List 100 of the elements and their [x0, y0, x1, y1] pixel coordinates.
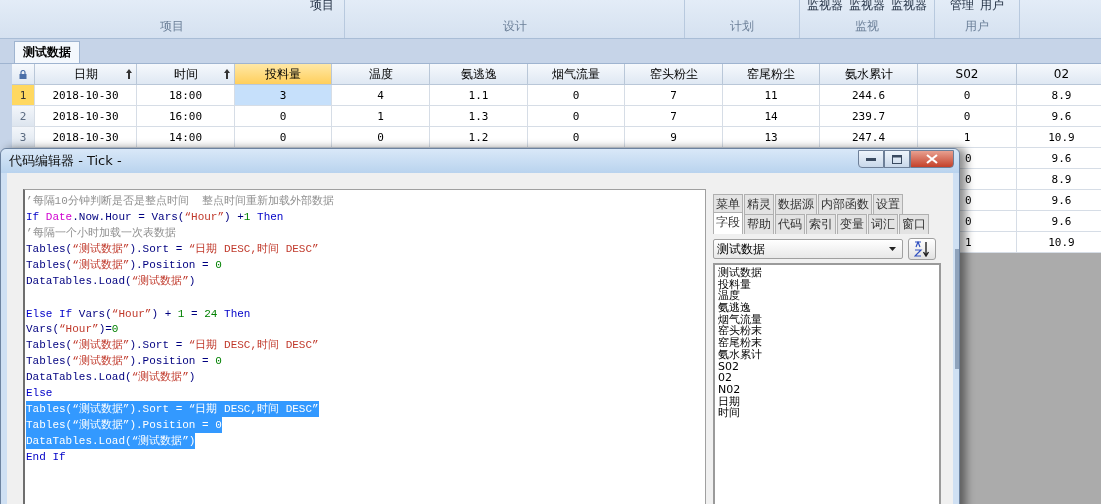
table-cell: 0: [918, 106, 1017, 127]
code-line: ’每隔一个小时加载一次表数据: [26, 226, 176, 241]
close-button[interactable]: [910, 150, 954, 168]
ribbon-group-label: 设计: [502, 18, 527, 35]
panel-tab[interactable]: 菜单: [713, 194, 743, 214]
code-line: Tables(“测试数据”).Position = 0: [26, 258, 222, 273]
table-cell: 7: [625, 85, 723, 106]
ribbon-button-label[interactable]: 项目: [310, 0, 334, 10]
column-header[interactable]: 氨逃逸: [430, 64, 528, 85]
panel-tab[interactable]: 字段: [713, 212, 743, 234]
ribbon-button-label[interactable]: 管理: [950, 0, 974, 10]
lock-icon: [19, 69, 27, 79]
field-item[interactable]: S02: [718, 360, 739, 373]
panel-tab[interactable]: 精灵: [744, 194, 774, 214]
close-icon: [926, 154, 938, 164]
table-cell: 7: [625, 106, 723, 127]
dropdown-arrow-icon: [889, 247, 896, 251]
table-cell: 9.6: [1017, 148, 1101, 169]
code-line: Vars(“Hour”)=0: [26, 322, 119, 337]
code-line: Else: [26, 386, 53, 401]
field-item[interactable]: 日期: [718, 395, 740, 408]
maximize-icon: [892, 154, 902, 164]
table-cell: 8.9: [1017, 85, 1101, 106]
field-item[interactable]: 窑头粉末: [718, 325, 762, 338]
panel-tab[interactable]: 词汇: [868, 214, 898, 234]
table-cell: 1: [332, 106, 430, 127]
table-cell: 1.1: [430, 85, 528, 106]
field-item[interactable]: 测试数据: [718, 267, 762, 279]
table-cell: 10.9: [1017, 127, 1101, 148]
field-item[interactable]: 温度: [718, 290, 740, 303]
panel-tab[interactable]: 数据源: [775, 194, 817, 214]
code-editor[interactable]: [23, 189, 706, 504]
code-line: DataTables.Load(“测试数据”): [26, 370, 196, 385]
panel-tab[interactable]: 变量: [837, 214, 867, 234]
field-item[interactable]: 氨逃逸: [718, 302, 751, 314]
field-list[interactable]: 测试数据 投料量 温度 氨逃逸 烟气流量 窑头粉末 窑尾粉末 氨水累计 S02 02 N02 日期 时间: [713, 263, 941, 504]
code-line: Tables(“测试数据”).Sort = “日期 DESC,时间 DESC”: [26, 338, 319, 353]
table-cell: 0: [528, 85, 625, 106]
column-header[interactable]: 时间: [137, 64, 235, 85]
table-cell: 11: [723, 85, 820, 106]
row-number[interactable]: 2: [12, 106, 35, 127]
table-cell: 1.3: [430, 106, 528, 127]
column-header[interactable]: 窑尾粉尘: [723, 64, 820, 85]
code-line: Else If Vars(“Hour”) + 1 = 24 Then: [26, 307, 251, 321]
code-line: End If: [26, 450, 66, 465]
maximize-button[interactable]: [884, 150, 910, 168]
table-cell: 0: [235, 106, 332, 127]
panel-tab[interactable]: 设置: [873, 194, 903, 214]
table-cell: 9.6: [1017, 190, 1101, 211]
code-line: DataTables.Load(“测试数据”): [26, 274, 196, 289]
panel-tab[interactable]: 窗口: [899, 214, 929, 234]
column-header[interactable]: 投料量: [235, 64, 332, 85]
table-cell: 0: [528, 106, 625, 127]
table-cell: 2018-10-30: [35, 106, 137, 127]
minimize-icon: [866, 157, 876, 161]
sort-arrow-icon: [224, 69, 230, 79]
table-dropdown[interactable]: 测试数据: [713, 239, 903, 259]
ribbon-group-label: 监视: [855, 18, 879, 35]
table-cell: 9.6: [1017, 106, 1101, 127]
column-header[interactable]: 烟气流量: [528, 64, 625, 85]
panel-tab[interactable]: 代码: [775, 214, 805, 234]
column-header[interactable]: 窑头粉尘: [625, 64, 723, 85]
ribbon-group-label: 项目: [160, 18, 184, 35]
field-item[interactable]: 02: [718, 372, 732, 384]
table-cell: 16:00: [137, 106, 235, 127]
row-number[interactable]: 3: [12, 127, 35, 148]
field-item[interactable]: 氨水累计: [718, 348, 762, 361]
document-tab[interactable]: 测试数据: [14, 41, 80, 63]
window-title: 代码编辑器 - Tick -: [9, 152, 123, 170]
panel-tab[interactable]: 帮助: [744, 214, 774, 234]
sort-arrow-icon: [126, 69, 132, 79]
table-cell: 10.9: [1017, 232, 1101, 253]
code-line: ’每隔10分钟判断是否是整点时间 整点时间重新加载外部数据: [26, 194, 334, 209]
minimize-button[interactable]: [858, 150, 884, 168]
table-cell: 4: [332, 85, 430, 106]
column-header[interactable]: 温度: [332, 64, 430, 85]
row-number[interactable]: 1: [12, 85, 35, 106]
column-header[interactable]: 氨水累计: [820, 64, 918, 85]
ribbon-group-label: 计划: [730, 18, 754, 35]
sort-button[interactable]: [908, 238, 936, 260]
field-item[interactable]: 投料量: [718, 278, 751, 291]
panel-tab[interactable]: 索引: [806, 214, 836, 234]
column-header[interactable]: 日期: [35, 64, 137, 85]
panel-tab[interactable]: 内部函数: [818, 194, 872, 214]
field-item[interactable]: N02: [718, 383, 741, 396]
table-cell: 239.7: [820, 106, 918, 127]
table-cell: 8.9: [1017, 169, 1101, 190]
code-line: Tables(“测试数据”).Sort = “日期 DESC,时间 DESC”: [26, 242, 319, 257]
code-line: If Date.Now.Hour = Vars(“Hour”) +1 Then: [26, 210, 284, 225]
field-item[interactable]: 时间: [718, 407, 740, 419]
table-cell: 0: [918, 85, 1017, 106]
field-item[interactable]: 烟气流量: [718, 313, 762, 326]
table-cell: 2018-10-30: [35, 85, 137, 106]
code-line: Tables(“测试数据”).Position = 0: [26, 354, 222, 369]
column-header[interactable]: S02: [918, 64, 1017, 85]
column-header[interactable]: 02: [1017, 64, 1101, 85]
table-cell: 9.6: [1017, 211, 1101, 232]
ribbon-group-label: 用户: [965, 18, 989, 35]
field-item[interactable]: 窑尾粉末: [718, 337, 762, 349]
table-cell: 14: [723, 106, 820, 127]
